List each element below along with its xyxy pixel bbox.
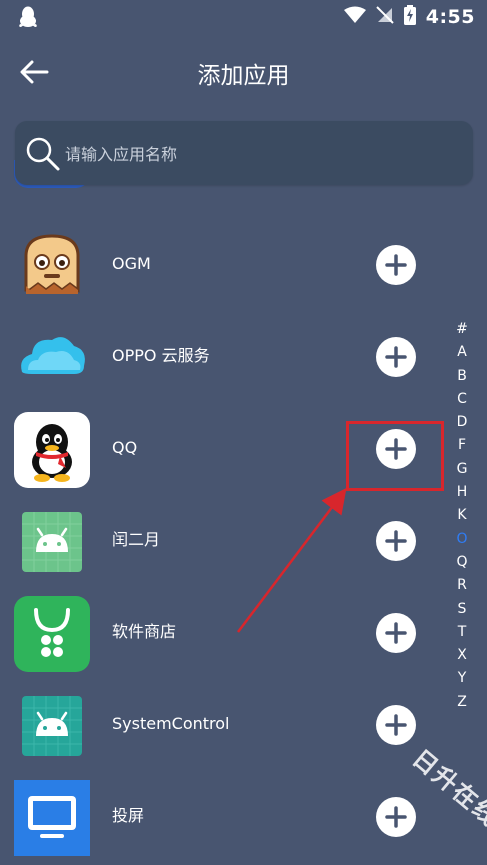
app-label: 软件商店 (112, 622, 177, 641)
plus-icon (385, 254, 407, 276)
app-label: SystemControl (112, 714, 230, 733)
index-letter[interactable]: D (452, 411, 472, 434)
index-letter[interactable]: Q (452, 551, 472, 574)
app-label: OGM (112, 254, 151, 273)
add-app-button[interactable] (376, 613, 416, 653)
search-bar[interactable] (15, 121, 473, 185)
qq-notification-icon (18, 6, 38, 28)
android-app-icon (14, 688, 90, 764)
app-row-app-store[interactable]: 软件商店 (0, 586, 487, 678)
app-label: 闰二月 (112, 530, 161, 549)
qq-app-icon (14, 412, 90, 488)
status-bar: 4:55 (0, 0, 487, 34)
wifi-icon (343, 6, 366, 28)
screen: 4:55 添加应用 OGM OPPO 云服务 QQ 闰二月 软件商店 Syste… (0, 0, 487, 865)
index-letter[interactable]: A (452, 341, 472, 364)
search-input[interactable] (63, 139, 457, 169)
plus-icon (385, 346, 407, 368)
store-app-icon (14, 596, 90, 672)
app-label: OPPO 云服务 (112, 346, 210, 365)
index-letter[interactable]: T (452, 621, 472, 644)
index-letter[interactable]: B (452, 365, 472, 388)
app-label: 投屏 (112, 806, 145, 825)
screen-cast-app-icon (14, 780, 90, 856)
index-letter[interactable]: H (452, 481, 472, 504)
highlight-box (346, 421, 444, 491)
android-app-icon (14, 504, 90, 580)
index-letter[interactable]: Z (452, 691, 472, 714)
status-icons: 4:55 (343, 4, 475, 30)
app-header: 添加应用 (0, 42, 487, 102)
index-letter[interactable]: R (452, 574, 472, 597)
no-signal-icon (376, 6, 394, 28)
cloud-app-icon (14, 320, 90, 396)
plus-icon (385, 714, 407, 736)
alphabet-index[interactable]: # A B C D F G H K O Q R S T X Y Z (452, 318, 472, 714)
index-letter[interactable]: G (452, 458, 472, 481)
app-label: QQ (112, 438, 138, 457)
app-row-oppo-cloud[interactable]: OPPO 云服务 (0, 310, 487, 402)
add-app-button[interactable] (376, 705, 416, 745)
index-letter[interactable]: O (452, 528, 472, 551)
add-app-button[interactable] (376, 337, 416, 377)
add-app-button[interactable] (376, 245, 416, 285)
search-icon (24, 135, 62, 173)
app-row-leap-month[interactable]: 闰二月 (0, 494, 487, 586)
index-letter[interactable]: S (452, 598, 472, 621)
page-title: 添加应用 (197, 63, 290, 89)
index-letter[interactable]: F (452, 434, 472, 457)
plus-icon (385, 530, 407, 552)
index-letter[interactable]: C (452, 388, 472, 411)
battery-charging-icon (403, 5, 416, 29)
app-row-ogm[interactable]: OGM (0, 218, 487, 310)
ogm-app-icon (14, 228, 90, 304)
index-letter[interactable]: X (452, 644, 472, 667)
index-letter[interactable]: Y (452, 667, 472, 690)
index-letter[interactable]: K (452, 504, 472, 527)
add-app-button[interactable] (376, 521, 416, 561)
status-time: 4:55 (425, 6, 475, 28)
plus-icon (385, 622, 407, 644)
index-letter[interactable]: # (452, 318, 472, 341)
